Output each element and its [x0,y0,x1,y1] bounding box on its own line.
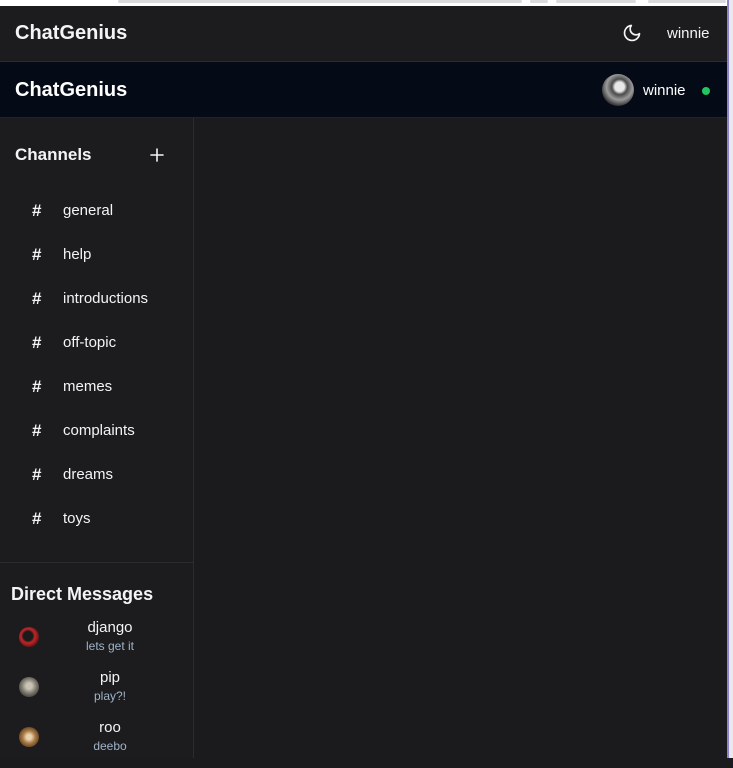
channel-item-introductions[interactable]: # introductions [0,275,193,319]
username-link[interactable]: winnie [667,25,710,42]
channel-label: introductions [63,290,149,307]
hash-icon: # [32,465,42,484]
sidebar-divider [0,562,193,563]
hash-icon: # [32,201,42,220]
message-area [194,118,727,758]
app-header: ChatGenius winnie [0,62,727,118]
channels-heading: Channels [15,145,92,164]
hash-icon: # [32,289,42,308]
channel-label: general [63,202,114,219]
toolbar-item [530,0,548,3]
dm-item-pip[interactable]: pip play?! [0,668,193,718]
channel-label: dreams [63,466,114,483]
avatar [19,677,39,697]
plus-icon[interactable] [148,146,166,164]
avatar [19,727,39,747]
hash-icon: # [32,245,42,264]
channel-item-complaints[interactable]: # complaints [0,407,193,451]
dm-list: django lets get it pip play?! roo deebo [0,618,193,768]
dm-last-message: play?! [93,689,127,703]
hash-icon: # [32,333,42,352]
hash-icon: # [32,377,42,396]
dm-item-django[interactable]: django lets get it [0,618,193,668]
channel-item-off-topic[interactable]: # off-topic [0,319,193,363]
toolbar-item [648,0,726,3]
dm-last-message: deebo [93,739,127,753]
channel-label: memes [63,378,113,395]
channel-item-general[interactable]: # general [0,187,193,231]
online-status-indicator [702,87,710,95]
channel-label: help [63,246,92,263]
hash-icon: # [32,421,42,440]
window-edge [727,0,733,758]
avatar [19,627,39,647]
channel-label: complaints [63,422,135,439]
dm-name: pip [99,669,121,686]
dm-item-roo[interactable]: roo deebo [0,718,193,768]
dm-name: roo [99,719,121,736]
channel-label: off-topic [63,334,117,351]
toolbar-item [556,0,636,3]
moon-icon[interactable] [622,23,642,43]
avatar[interactable] [602,74,634,106]
sidebar: Channels # general # help # introduction… [0,118,194,758]
direct-messages-heading: Direct Messages [11,584,154,604]
dm-last-message: lets get it [85,639,135,653]
brand-title[interactable]: ChatGenius [15,22,127,45]
channel-list: # general # help # introductions # off-t… [0,187,193,539]
channel-item-memes[interactable]: # memes [0,363,193,407]
hash-icon: # [32,509,42,528]
channel-item-help[interactable]: # help [0,231,193,275]
top-header: ChatGenius winnie [0,6,727,62]
current-username[interactable]: winnie [643,82,686,99]
app: ChatGenius winnie ChatGenius winnie Chan… [0,6,727,758]
channel-item-toys[interactable]: # toys [0,495,193,539]
channel-item-dreams[interactable]: # dreams [0,451,193,495]
dm-name: django [87,619,133,636]
app-brand-title: ChatGenius [15,79,128,101]
channel-label: toys [63,510,91,527]
address-bar [118,0,522,3]
